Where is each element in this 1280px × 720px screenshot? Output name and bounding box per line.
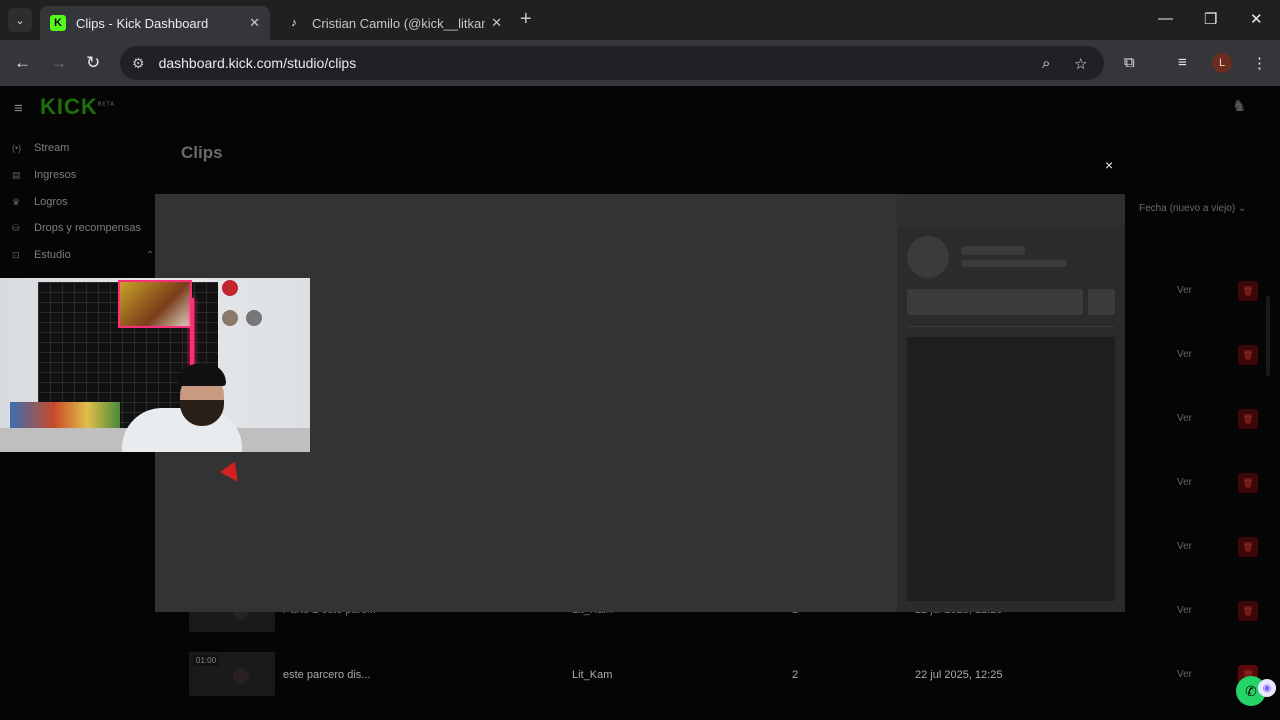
clip-author: Lit_Kam: [572, 669, 613, 681]
extensions-puzzle-icon[interactable]: ⧉: [1124, 54, 1135, 71]
minimize-window-icon[interactable]: —: [1158, 10, 1173, 27]
poster-image: [118, 280, 192, 328]
close-modal-icon[interactable]: ×: [1105, 157, 1113, 173]
clip-views: 2: [792, 669, 799, 681]
tab-search-menu-button[interactable]: ⌄: [8, 8, 32, 32]
streamer: [122, 362, 242, 452]
chevron-down-icon: ⌄: [1237, 203, 1247, 214]
logo-text: KICK: [40, 94, 98, 119]
broadcast-icon: (•): [12, 143, 22, 153]
sort-label: Fecha (nuevo a viejo): [1139, 203, 1236, 214]
tab-clips-kick-dashboard[interactable]: K Clips - Kick Dashboard ✕: [40, 6, 270, 40]
tab-title: Cristian Camilo (@kick__litkam): [312, 15, 486, 31]
profile-avatar[interactable]: L: [1212, 53, 1232, 73]
clip-date: 22 jul 2025, 12:25: [915, 669, 1003, 681]
trash-icon[interactable]: 🗑: [1238, 409, 1258, 429]
reload-icon[interactable]: ↻: [86, 53, 100, 73]
avatar-skeleton: [907, 236, 949, 278]
clip-details-panel: [897, 194, 1125, 612]
tiktok-favicon-icon: ♪: [291, 17, 297, 29]
trash-icon[interactable]: 🗑: [1238, 537, 1258, 557]
trash-icon[interactable]: 🗑: [1238, 473, 1258, 493]
trophy-icon: ♛: [12, 196, 21, 207]
table-row[interactable]: 01:00 este parcero dis... Lit_Kam 2 22 j…: [181, 650, 1121, 704]
zoom-search-icon[interactable]: ⌕: [1042, 55, 1050, 72]
forward-arrow-icon[interactable]: →: [50, 53, 67, 73]
hamburger-menu-icon[interactable]: ≡: [14, 100, 23, 117]
sidebar-item-label: Ingresos: [34, 169, 77, 181]
input-skeleton: [907, 289, 1083, 315]
view-clip-button[interactable]: Ver: [1177, 285, 1192, 296]
divider: [907, 326, 1115, 327]
user-avatar-icon[interactable]: ♞: [1232, 96, 1252, 118]
button-skeleton: [1088, 289, 1115, 315]
trash-icon[interactable]: 🗑: [1238, 601, 1258, 621]
page-title: Clips: [181, 143, 223, 162]
sidebar-item-ingresos[interactable]: ▤ Ingresos: [12, 169, 76, 181]
url-text[interactable]: dashboard.kick.com/studio/clips: [159, 55, 357, 71]
view-clip-button[interactable]: Ver: [1177, 541, 1192, 552]
view-clip-button[interactable]: Ver: [1177, 349, 1192, 360]
tab-title: Clips - Kick Dashboard: [76, 15, 209, 31]
view-clip-button[interactable]: Ver: [1177, 605, 1192, 616]
trash-icon[interactable]: 🗑: [1238, 281, 1258, 301]
address-bar[interactable]: ⚙ dashboard.kick.com/studio/clips ⌕ ☆: [120, 46, 1104, 80]
studio-icon: ⊡: [12, 249, 20, 260]
name-skeleton: [961, 246, 1025, 255]
browser-tab-strip: ⌄ K Clips - Kick Dashboard ✕ ♪ Cristian …: [0, 0, 1280, 40]
view-clip-button[interactable]: Ver: [1177, 413, 1192, 424]
sidebar-item-logros[interactable]: ♛ Logros: [12, 196, 68, 208]
clip-duration: 01:00: [193, 655, 220, 666]
close-tab-icon[interactable]: ✕: [249, 15, 260, 31]
bookmark-star-icon[interactable]: ☆: [1074, 55, 1087, 73]
revenue-icon: ▤: [12, 169, 21, 180]
view-clip-button[interactable]: Ver: [1177, 669, 1192, 680]
panel-header-skeleton: [897, 194, 1125, 226]
sidebar-item-drops[interactable]: ⛁ Drops y recompensas: [12, 222, 141, 234]
site-info-icon[interactable]: ⚙: [132, 55, 145, 72]
chevron-up-icon[interactable]: ⌃: [146, 250, 154, 261]
sidebar-item-label: Drops y recompensas: [34, 222, 141, 234]
browser-toolbar: ← → ↻ ⚙ dashboard.kick.com/studio/clips …: [0, 40, 1280, 86]
view-clip-button[interactable]: Ver: [1177, 477, 1192, 488]
back-arrow-icon[interactable]: ←: [14, 53, 31, 73]
gift-icon: ⛁: [12, 222, 20, 233]
trash-icon[interactable]: 🗑: [1238, 345, 1258, 365]
restore-window-icon[interactable]: ❐: [1204, 10, 1217, 28]
media-controls-icon[interactable]: ≡: [1178, 54, 1187, 71]
clip-thumbnail[interactable]: 01:00: [189, 652, 275, 696]
subtitle-skeleton: [961, 260, 1067, 267]
sidebar-item-estudio[interactable]: ⊡ Estudio: [12, 249, 71, 261]
page-scrollbar[interactable]: [1266, 296, 1270, 376]
clip-title[interactable]: este parcero dis...: [283, 669, 370, 681]
chat-skeleton-panel: [907, 337, 1115, 601]
kick-logo[interactable]: KICKBETA: [40, 94, 115, 120]
sort-dropdown[interactable]: Fecha (nuevo a viejo) ⌄: [1139, 203, 1246, 214]
more-menu-icon[interactable]: ⋮: [1252, 54, 1267, 72]
logo-beta-badge: BETA: [97, 101, 116, 108]
sidebar-item-label: Logros: [34, 196, 68, 208]
sidebar-item-label: Estudio: [34, 249, 71, 261]
extension-bubble-icon[interactable]: ◉: [1258, 679, 1276, 697]
sidebar-item-label: Stream: [34, 142, 70, 154]
webcam-overlay: [0, 278, 310, 452]
close-window-icon[interactable]: ✕: [1250, 10, 1263, 28]
new-tab-button[interactable]: +: [520, 9, 532, 29]
close-tab-icon[interactable]: ✕: [491, 15, 502, 31]
sidebar-item-stream[interactable]: (•) Stream: [12, 142, 69, 154]
tab-tiktok[interactable]: ♪ Cristian Camilo (@kick__litkam) ✕: [276, 6, 512, 40]
kick-favicon-icon: K: [50, 15, 66, 31]
